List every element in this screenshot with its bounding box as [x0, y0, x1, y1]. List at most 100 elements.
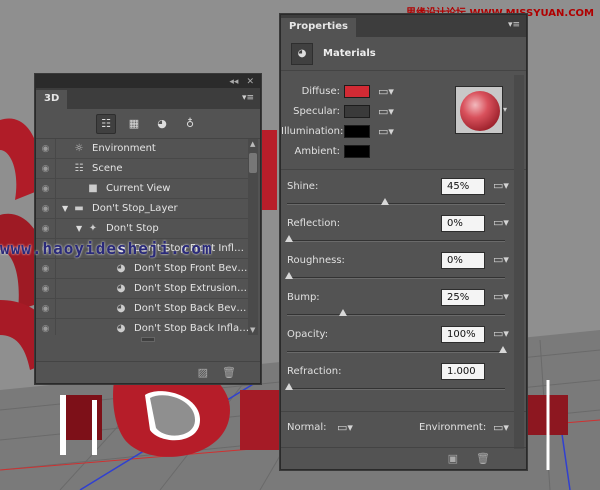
light-filter-icon[interactable]: ♁ [180, 114, 200, 134]
slider-row: Roughness: 0% ▭▾ [285, 252, 509, 284]
slider-knob[interactable] [338, 309, 347, 316]
resize-grip[interactable] [141, 337, 155, 342]
tree-row-label: Scene [92, 163, 123, 174]
normal-label: Normal: [287, 422, 327, 433]
visibility-eye-icon[interactable]: ◉ [36, 278, 56, 299]
texture-folder-icon[interactable]: ▭▾ [493, 179, 509, 192]
mesh-icon: ✦ [88, 223, 98, 234]
visibility-eye-icon[interactable]: ◉ [36, 318, 56, 335]
panel-menu-icon[interactable]: ▾≡ [242, 93, 254, 103]
properties-panel[interactable]: Properties ▾≡ ◕ Materials Diffuse: ▭▾ Sp… [280, 14, 527, 470]
visibility-eye-icon[interactable]: ◉ [36, 158, 56, 179]
tree-row[interactable]: ◉ ◕ Don't Stop Back Bevel ... [36, 298, 250, 319]
normal-folder-icon[interactable]: ▭▾ [337, 421, 353, 434]
tree-row[interactable]: ◉ ☷ Scene [36, 158, 250, 179]
slider-label: Opacity: [287, 329, 329, 340]
tree-row-label: Don't Stop Back Inflati... [134, 323, 250, 334]
tree-row[interactable]: ◉ ◕ Don't Stop Front Bevel ... [36, 258, 250, 279]
properties-menu-icon[interactable]: ▾≡ [508, 20, 520, 30]
slider-knob[interactable] [285, 235, 293, 242]
slider-value-field[interactable]: 0% [441, 215, 485, 232]
diffuse-swatch[interactable] [344, 84, 370, 98]
slider-label: Reflection: [287, 218, 341, 229]
slider-track[interactable] [287, 198, 505, 205]
expand-triangle-icon[interactable]: ▼ [62, 204, 72, 213]
specular-folder-icon[interactable]: ▭▾ [378, 105, 394, 118]
visibility-eye-icon[interactable]: ◉ [36, 178, 56, 199]
slider-knob[interactable] [285, 272, 293, 279]
visibility-eye-icon[interactable]: ◉ [36, 218, 56, 239]
scene-filter-icon[interactable]: ☷ [96, 113, 116, 134]
texture-folder-icon[interactable]: ▭▾ [493, 290, 509, 303]
visibility-eye-icon[interactable]: ◉ [36, 258, 56, 279]
tab-3d[interactable]: 3D [36, 90, 68, 109]
mesh-filter-icon[interactable]: ▦ [124, 114, 144, 134]
material-filter-icon[interactable]: ◕ [152, 114, 172, 134]
slider-value-field[interactable]: 25% [441, 289, 485, 306]
slider-track[interactable] [287, 309, 505, 316]
tree-row[interactable]: ◉ ◕ Don't Stop Back Inflati... [36, 318, 250, 335]
3d-panel[interactable]: ◂◂ ✕ 3D ▾≡ ☷ ▦ ◕ ♁ ◉ ☼ Environment ◉ ☷ Scene ◉… [35, 74, 261, 384]
collapse-icon[interactable]: ◂◂ [229, 77, 238, 87]
visibility-eye-icon[interactable]: ◉ [36, 238, 56, 259]
scrollbar-thumb[interactable] [249, 153, 257, 173]
delete-icon[interactable]: 🗑 [222, 366, 236, 379]
slider-track[interactable] [285, 383, 505, 390]
environment-folder-icon[interactable]: ▭▾ [493, 421, 509, 434]
slider-knob[interactable] [285, 383, 293, 390]
slider-track[interactable] [285, 235, 505, 242]
slider-track[interactable] [285, 272, 505, 279]
slider-knob[interactable] [499, 346, 507, 353]
slider-value-field[interactable]: 0% [441, 252, 485, 269]
3d-panel-tabbar: 3D ▾≡ [36, 88, 260, 109]
expand-triangle-icon[interactable]: ▼ [76, 224, 86, 233]
diffuse-folder-icon[interactable]: ▭▾ [378, 85, 394, 98]
scene-tree-scrollbar[interactable]: ▲ ▼ [248, 139, 258, 335]
illumination-swatch[interactable] [344, 124, 370, 138]
texture-folder-icon[interactable]: ▭▾ [493, 327, 509, 340]
texture-folder-icon[interactable]: ▭▾ [493, 216, 509, 229]
visibility-eye-icon[interactable]: ◉ [36, 298, 56, 319]
scroll-down-icon[interactable]: ▼ [250, 326, 255, 334]
tree-row[interactable]: ◉ ▼ ✦ Don't Stop [36, 218, 250, 239]
tree-row[interactable]: ◉ ■ Current View [36, 178, 250, 199]
slider-knob[interactable] [381, 198, 390, 205]
slider-value-field[interactable]: 1.000 [441, 363, 485, 380]
materials-header: ◕ Materials [281, 37, 526, 71]
material-icon: ◕ [116, 303, 126, 314]
ambient-swatch[interactable] [344, 144, 370, 158]
slider-value-field[interactable]: 45% [441, 178, 485, 195]
tree-row[interactable]: ◉ ◕ Don't Stop Front Inflati... [36, 238, 250, 259]
tree-row[interactable]: ◉ ◕ Don't Stop Extrusion M... [36, 278, 250, 299]
tree-row[interactable]: ◉ ▼ ▬ Don't Stop_Layer [36, 198, 250, 219]
slider-value-field[interactable]: 100% [441, 326, 485, 343]
specular-swatch[interactable] [344, 104, 370, 118]
ambient-row: Ambient: [281, 141, 370, 161]
illumination-row: Illumination: ▭▾ [281, 121, 394, 141]
render-icon[interactable]: ▣ [448, 452, 458, 465]
illumination-folder-icon[interactable]: ▭▾ [378, 125, 394, 138]
visibility-eye-icon[interactable]: ◉ [36, 139, 56, 159]
slider-track[interactable] [287, 346, 507, 353]
tree-row-label: Don't Stop Front Inflati... [134, 243, 250, 254]
material-preview[interactable] [455, 86, 503, 134]
ambient-label: Ambient: [294, 145, 341, 157]
properties-scrollbar[interactable] [514, 75, 524, 449]
texture-folder-icon[interactable]: ▭▾ [493, 253, 509, 266]
3d-panel-titlebar[interactable]: ◂◂ ✕ [36, 75, 260, 88]
scroll-up-icon[interactable]: ▲ [250, 140, 255, 148]
delete-icon[interactable]: 🗑 [476, 452, 490, 465]
new-object-icon[interactable]: ▨ [198, 366, 208, 379]
close-icon[interactable]: ✕ [246, 77, 254, 87]
slider-row: Reflection: 0% ▭▾ [285, 215, 509, 247]
tree-row[interactable]: ◉ ☼ Environment [36, 139, 250, 159]
slider-row: Shine: 45% ▭▾ [287, 178, 509, 210]
tree-row-label: Environment [92, 143, 156, 154]
tree-row-label: Don't Stop Front Bevel ... [134, 263, 250, 274]
folder-icon: ▬ [74, 203, 84, 214]
tab-properties[interactable]: Properties [281, 18, 356, 37]
material-picker-chevron-icon[interactable]: ▾ [503, 105, 507, 114]
scene-tree: ◉ ☼ Environment ◉ ☷ Scene ◉ ■ Current View ◉ ▼ ▬ Don… [36, 139, 250, 335]
visibility-eye-icon[interactable]: ◉ [36, 198, 56, 219]
tree-row-label: Don't Stop [106, 223, 159, 234]
